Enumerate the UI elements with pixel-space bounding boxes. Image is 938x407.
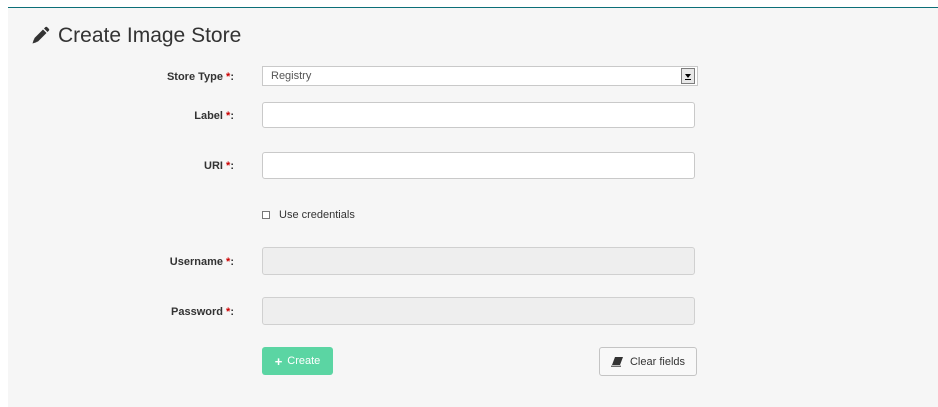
password-input[interactable] [262,297,695,325]
uri-input[interactable] [262,152,695,179]
username-input[interactable] [262,247,695,275]
store-type-select[interactable]: Registry [262,66,698,86]
eraser-icon [610,356,623,367]
page-title: Create Image Store [30,22,241,50]
label-field-label: Label *: [194,110,234,122]
use-credentials-checkbox[interactable] [262,211,270,219]
required-marker: * [226,110,231,122]
use-credentials-row: Use credentials [262,209,355,221]
dropdown-arrow-icon[interactable] [681,68,695,84]
page-title-text: Create Image Store [58,24,242,47]
uri-field-label: URI *: [204,160,234,172]
pencil-icon [32,26,50,44]
create-button-label: Create [287,355,321,367]
clear-fields-button[interactable]: Clear fields [599,347,697,376]
required-marker: * [226,160,231,172]
username-field-label: Username *: [169,256,234,268]
required-marker: * [226,71,231,83]
store-type-label: Store Type *: [166,71,234,83]
required-marker: * [226,306,231,318]
store-type-value: Registry [271,70,312,82]
label-input[interactable] [262,102,695,128]
password-field-label: Password *: [171,306,234,318]
required-marker: * [226,256,231,268]
clear-fields-label: Clear fields [629,355,686,368]
plus-icon: + [274,353,283,369]
use-credentials-label: Use credentials [279,209,355,221]
create-button[interactable]: + Create [262,347,333,375]
